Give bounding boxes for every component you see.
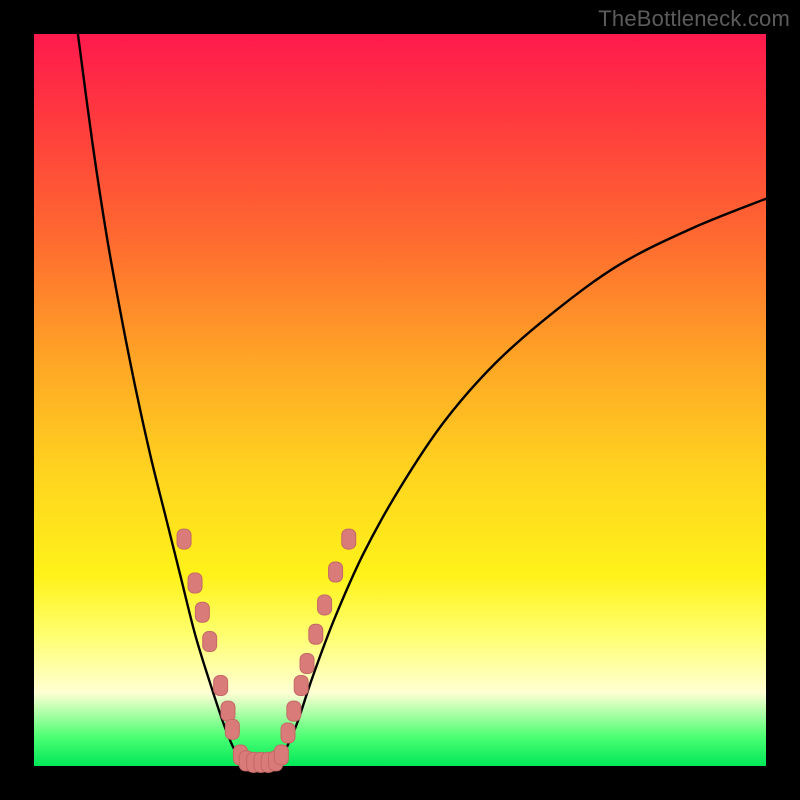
marker-point xyxy=(214,675,228,695)
marker-point xyxy=(294,675,308,695)
marker-point xyxy=(195,602,209,622)
marker-point xyxy=(342,529,356,549)
marker-point xyxy=(188,573,202,593)
marker-point xyxy=(318,595,332,615)
marker-point xyxy=(287,701,301,721)
marker-point xyxy=(203,632,217,652)
chart-svg xyxy=(34,34,766,766)
marker-point xyxy=(329,562,343,582)
watermark-text: TheBottleneck.com xyxy=(598,6,790,32)
marker-point xyxy=(177,529,191,549)
marker-point xyxy=(274,745,288,765)
marker-point xyxy=(221,701,235,721)
curve-right-branch xyxy=(276,199,766,766)
marker-layer xyxy=(177,529,356,772)
marker-point xyxy=(300,654,314,674)
chart-plot-area xyxy=(34,34,766,766)
marker-point xyxy=(225,719,239,739)
chart-frame: TheBottleneck.com xyxy=(0,0,800,800)
marker-point xyxy=(309,624,323,644)
curve-layer xyxy=(78,34,766,766)
marker-point xyxy=(281,723,295,743)
curve-left-branch xyxy=(78,34,246,766)
